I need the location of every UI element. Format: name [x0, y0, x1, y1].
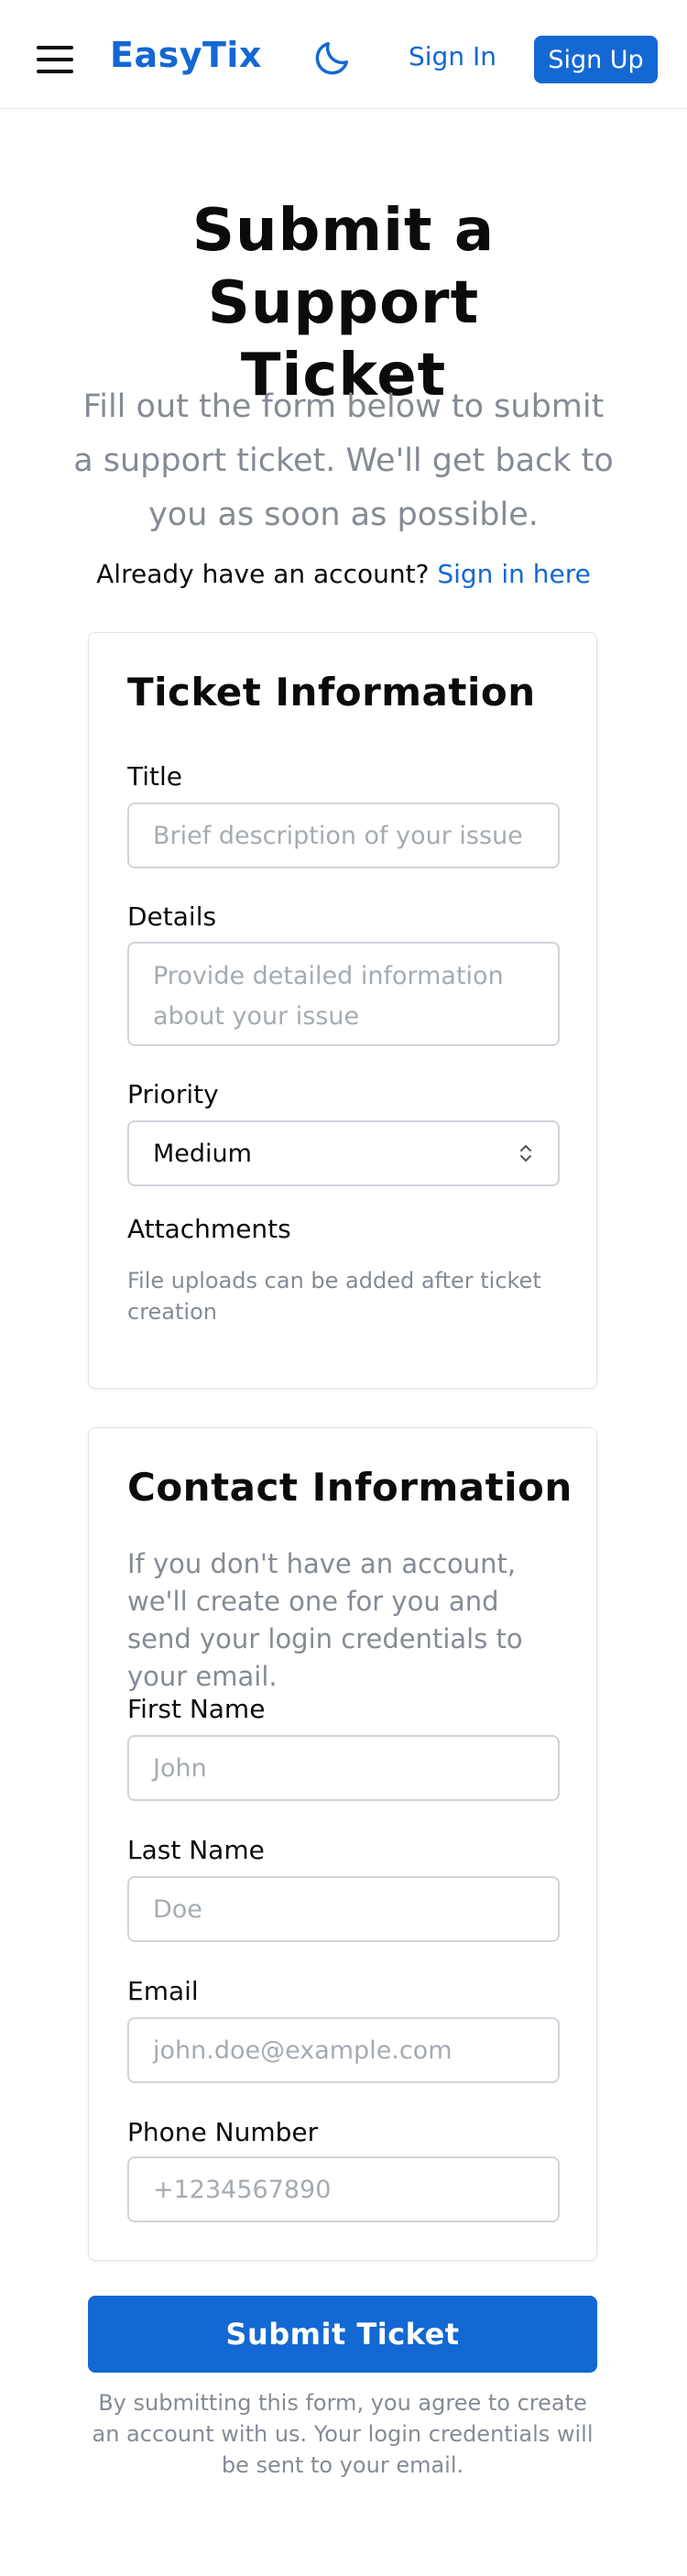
top-navbar: EasyTix Sign In Sign Up: [0, 0, 687, 109]
page-subtitle: Fill out the form below to submit a supp…: [73, 388, 614, 533]
title-input[interactable]: Brief description of your issue: [127, 802, 560, 868]
ticket-information-heading: Ticket Information: [127, 670, 536, 715]
ticket-information-card: Ticket Information Title Brief descripti…: [88, 632, 597, 1389]
login-prompt: Already have an account? Sign in here: [0, 559, 687, 589]
details-label: Details: [127, 901, 217, 932]
priority-select[interactable]: Medium: [127, 1120, 560, 1186]
priority-label: Priority: [127, 1079, 219, 1109]
email-label: Email: [127, 1976, 199, 2006]
submit-ticket-button[interactable]: Submit Ticket: [88, 2296, 597, 2373]
first-name-label: First Name: [127, 1694, 266, 1724]
priority-selected-value: Medium: [153, 1139, 252, 1168]
details-textarea[interactable]: Provide detailed information about your …: [127, 942, 560, 1046]
contact-information-card: Contact Information If you don't have an…: [88, 1427, 597, 2261]
login-prompt-text: Already have an account?: [96, 559, 430, 589]
contact-description: If you don't have an account, we'll crea…: [127, 1548, 523, 1692]
sign-up-button[interactable]: Sign Up: [534, 36, 658, 83]
submission-disclaimer: By submitting this form, you agree to cr…: [92, 2390, 594, 2478]
sign-in-here-link[interactable]: Sign in here: [437, 559, 591, 589]
brand-logo[interactable]: EasyTix: [110, 35, 262, 75]
moon-icon[interactable]: [311, 37, 354, 79]
phone-number-label: Phone Number: [127, 2117, 319, 2147]
contact-information-heading: Contact Information: [127, 1465, 572, 1510]
last-name-input[interactable]: Doe: [127, 1876, 560, 1942]
sign-in-link[interactable]: Sign In: [409, 41, 496, 71]
last-name-label: Last Name: [127, 1835, 265, 1865]
chevron-up-down-icon: [520, 1145, 531, 1162]
phone-number-input[interactable]: +1234567890: [127, 2156, 560, 2222]
hamburger-menu-icon[interactable]: [37, 46, 73, 73]
attachments-label: Attachments: [127, 1214, 291, 1244]
first-name-input[interactable]: John: [127, 1735, 560, 1801]
email-input[interactable]: john.doe@example.com: [127, 2017, 560, 2083]
title-label: Title: [127, 761, 183, 791]
attachments-help-text: File uploads can be added after ticket c…: [127, 1268, 541, 1325]
page-title-line-1: Submit a Support: [191, 197, 496, 337]
